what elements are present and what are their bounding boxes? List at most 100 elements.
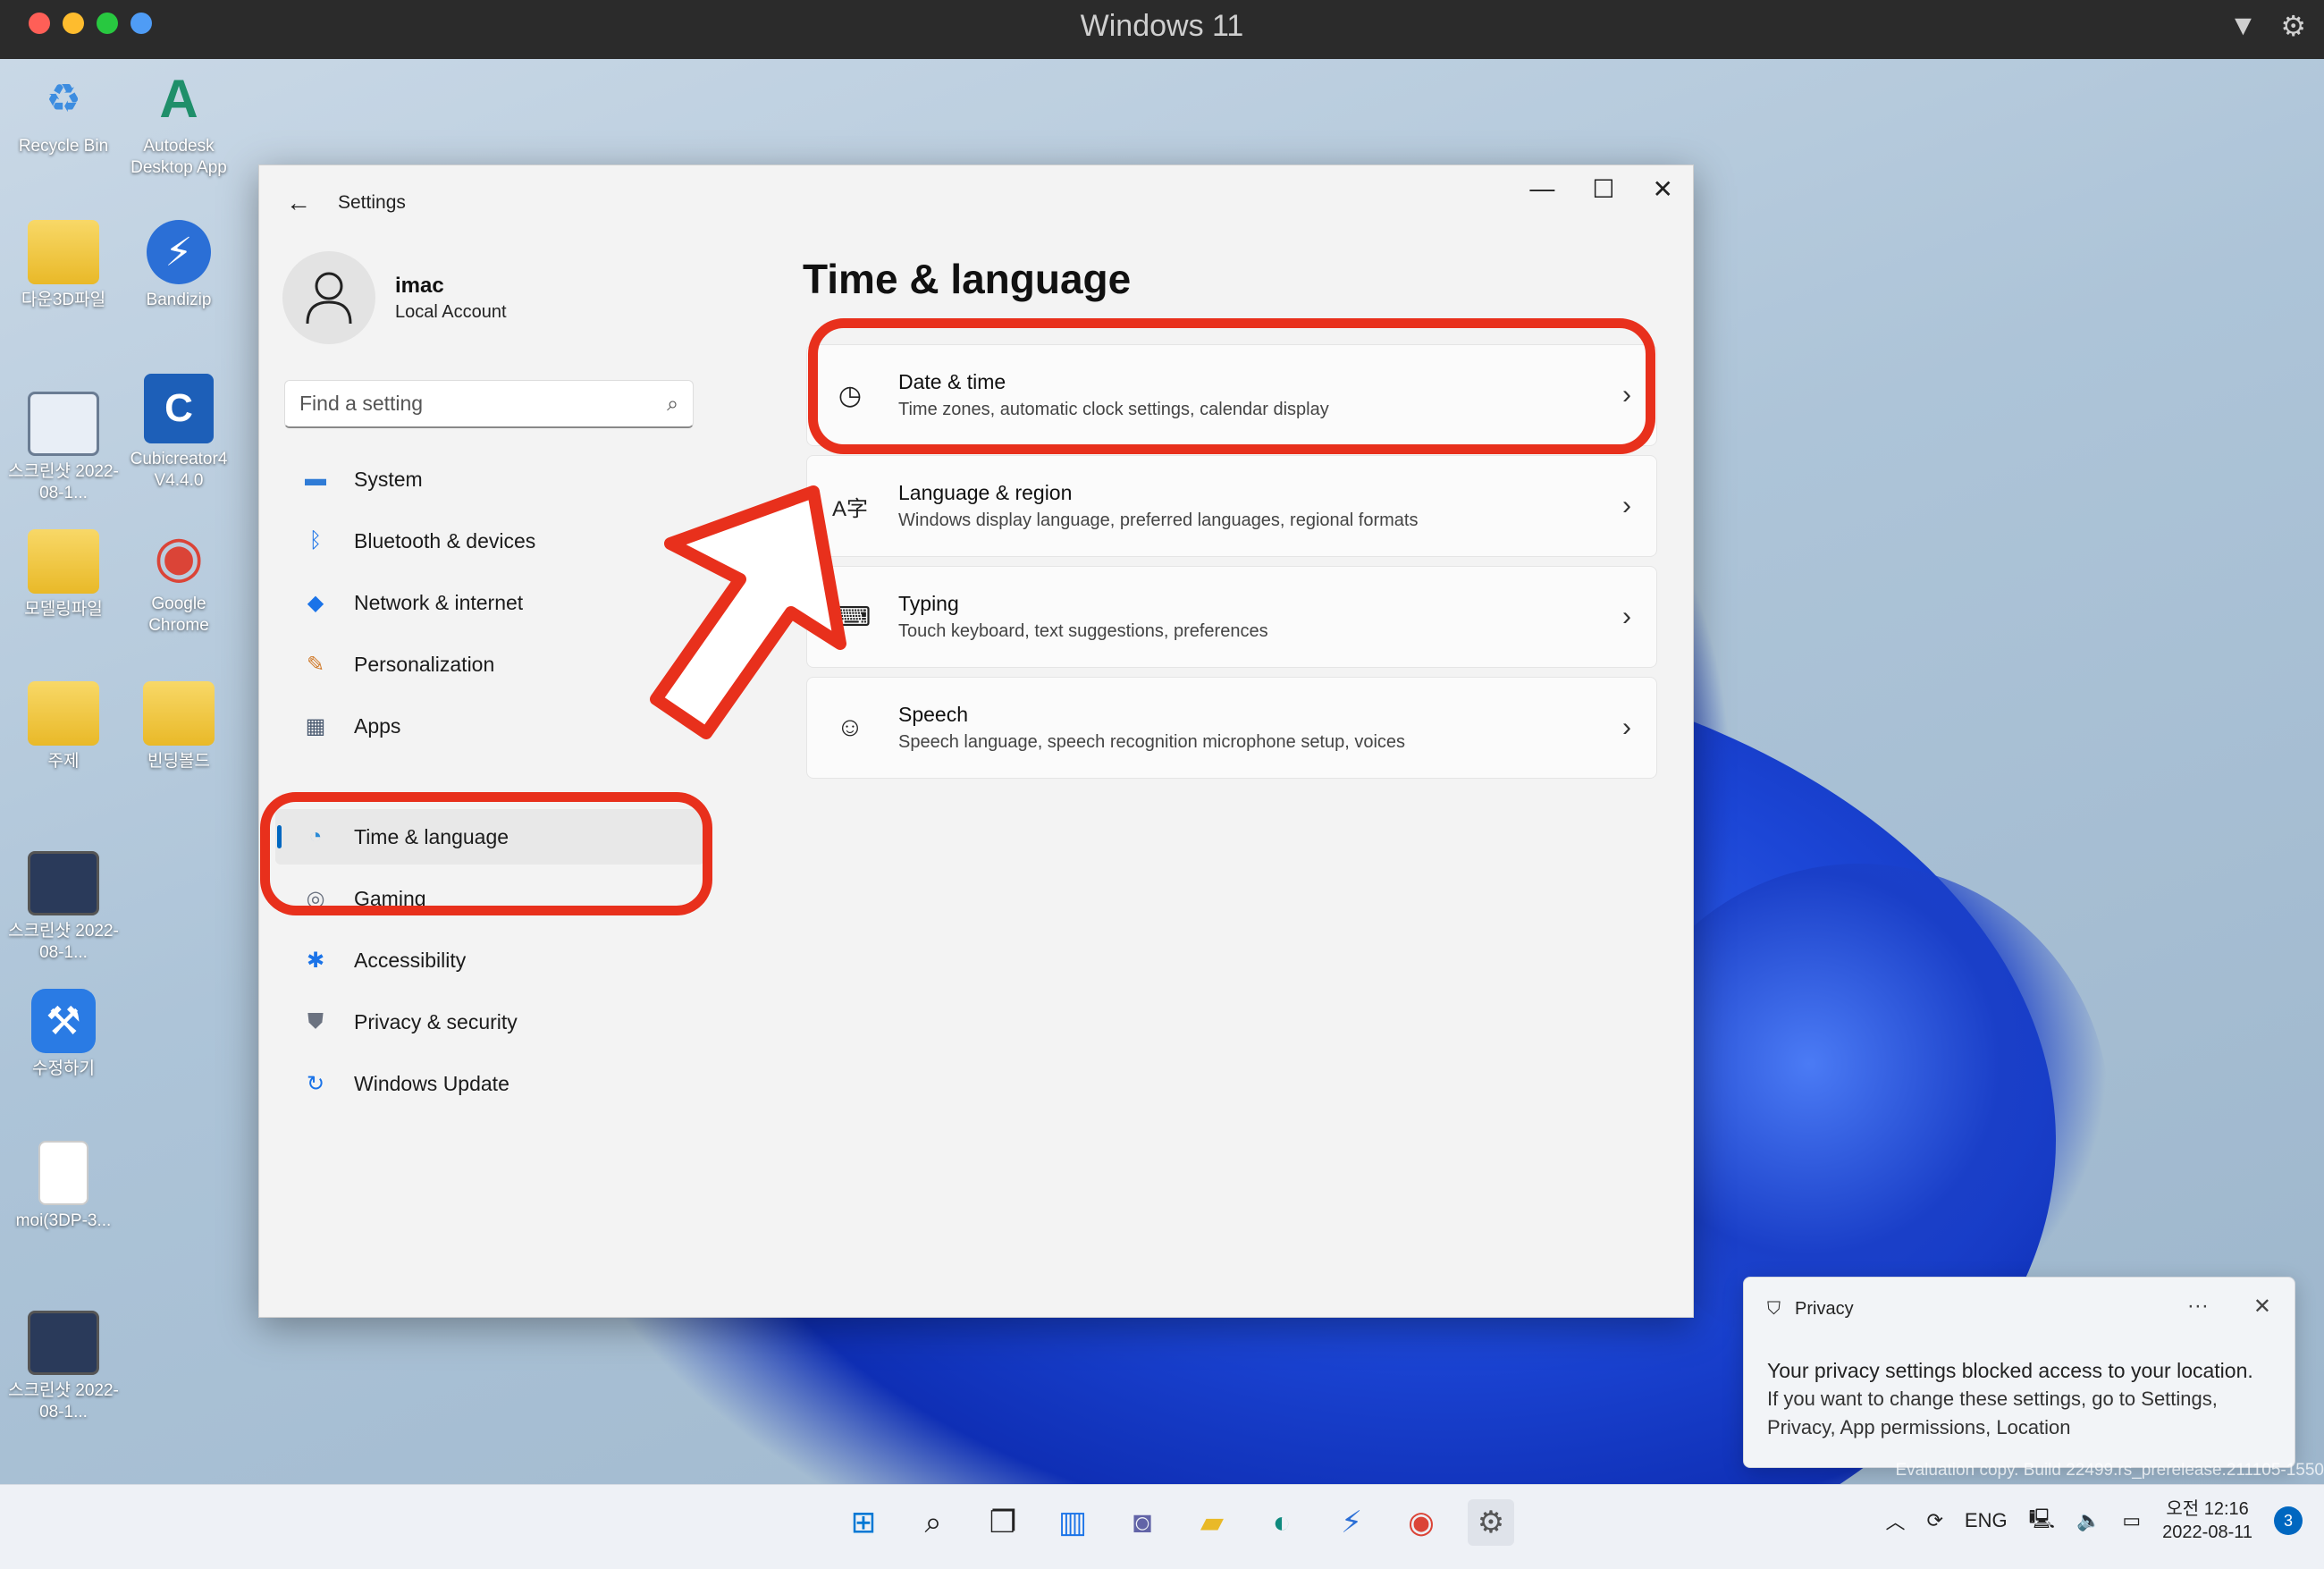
notification-message: Your privacy settings blocked access to … (1767, 1359, 2253, 1382)
sidebar-item-network[interactable]: ◆ Network & internet (275, 575, 704, 630)
network-icon[interactable]: 🖳 (2029, 1504, 2055, 1538)
account-type: Local Account (395, 301, 507, 322)
desktop-icon-bandizip[interactable]: ⚡ Bandizip (121, 220, 237, 311)
more-options-icon[interactable]: ··· (2187, 1294, 2209, 1320)
folder-icon (28, 681, 99, 746)
shield-icon: ⛊ (307, 1009, 324, 1033)
chrome-icon: ◉ (154, 523, 204, 588)
xcode-icon: ⚒ (31, 989, 96, 1053)
desktop-icon-folder[interactable]: 빈딩볼드 (121, 681, 237, 772)
dropdown-triangle-icon[interactable]: ▼ (2229, 9, 2258, 43)
account-name: imac (395, 273, 444, 298)
maximize-icon[interactable]: ☐ (1592, 174, 1614, 204)
volume-icon[interactable]: 🔈 (2076, 1509, 2101, 1532)
taskbar: ⊞ ⌕ ❐ ▥ ◙ ▰ ◐ ⚡ ◉ ⚙ ︿ ⟳ ENG 🖳 🔈 ▭ 오전 12:… (0, 1484, 2324, 1569)
desktop-icon-chrome[interactable]: ◉ Google Chrome (121, 524, 237, 637)
input-language[interactable]: ENG (1965, 1509, 2008, 1532)
apps-icon: ▦ (305, 713, 326, 738)
sidebar-item-privacy[interactable]: ⛊ Privacy & security (275, 994, 704, 1050)
screenshot-thumbnail-icon (28, 851, 99, 915)
card-language-region[interactable]: A字 Language & region Windows display lan… (806, 455, 1657, 557)
task-view-icon[interactable]: ❐ (980, 1499, 1026, 1546)
sidebar-item-time-language[interactable]: ◔ Time & language (275, 809, 704, 865)
keyboard-icon: ⌨ (832, 602, 872, 632)
globe-clock-icon: ◔ (308, 824, 323, 848)
chevron-right-icon: › (1622, 491, 1631, 520)
desktop-icon-screenshot[interactable]: 스크린샷 2022-08-1... (5, 1311, 122, 1423)
card-typing[interactable]: ⌨ Typing Touch keyboard, text suggestion… (806, 566, 1657, 668)
desktop-icon-file[interactable]: moi(3DP-3... (5, 1141, 122, 1232)
sidebar-item-apps[interactable]: ▦ Apps (275, 698, 704, 754)
avatar (282, 251, 375, 344)
sync-icon[interactable]: ⟳ (1926, 1509, 1942, 1532)
desktop-icon-recycle-bin[interactable]: ♻ Recycle Bin (5, 66, 122, 157)
file-icon (38, 1141, 88, 1205)
edge-icon[interactable]: ◐ (1259, 1499, 1305, 1546)
minimize-icon[interactable]: — (1529, 174, 1554, 204)
chrome-taskbar-icon[interactable]: ◉ (1398, 1499, 1444, 1546)
shield-icon: ⛉ (1767, 1299, 1781, 1319)
clock[interactable]: 오전 12:16 2022-08-11 (2162, 1497, 2252, 1544)
sidebar-item-personalization[interactable]: ✎ Personalization (275, 637, 704, 692)
sidebar-nav: ▬ System ᛒ Bluetooth & devices ◆ Network… (275, 451, 704, 1118)
back-arrow-icon[interactable]: ← (286, 189, 311, 217)
search-placeholder: Find a setting (299, 392, 424, 415)
sidebar-item-gaming[interactable]: ◎ Gaming (275, 871, 704, 926)
brush-icon: ✎ (306, 652, 325, 677)
taskbar-apps: ⊞ ⌕ ❐ ▥ ◙ ▰ ◐ ⚡ ◉ ⚙ (840, 1499, 1514, 1546)
screenshot-thumbnail-icon (28, 1311, 99, 1375)
notification-title: Privacy (1795, 1299, 1854, 1319)
notification-count-badge[interactable]: 3 (2274, 1506, 2303, 1535)
search-icon[interactable]: ⌕ (910, 1499, 956, 1546)
privacy-notification[interactable]: ⛉ Privacy ··· ✕ Your privacy settings bl… (1743, 1277, 2295, 1468)
search-icon: ⌕ (667, 392, 678, 415)
settings-window: ← Settings — ☐ ✕ imac Local Account Find… (258, 164, 1694, 1318)
evaluation-watermark: Evaluation copy. Build 22499.rs_prerelea… (1895, 1461, 2324, 1480)
recycle-bin-icon: ♻ (46, 76, 81, 121)
user-icon (306, 272, 352, 325)
screenshot-thumbnail-icon (28, 392, 99, 456)
account-card[interactable]: imac Local Account (282, 251, 507, 344)
bandizip-taskbar-icon[interactable]: ⚡ (1328, 1499, 1375, 1546)
close-icon[interactable]: ✕ (1653, 174, 1673, 204)
start-icon[interactable]: ⊞ (840, 1499, 887, 1546)
chevron-right-icon: › (1622, 602, 1631, 631)
chevron-up-icon[interactable]: ︿ (1885, 1506, 1905, 1535)
teams-chat-icon[interactable]: ◙ (1119, 1499, 1166, 1546)
sidebar-item-windows-update[interactable]: ↻ Windows Update (275, 1056, 704, 1111)
desktop-icon-folder[interactable]: 주제 (5, 681, 122, 772)
sidebar-item-bluetooth[interactable]: ᛒ Bluetooth & devices (275, 513, 704, 569)
desktop-icon-xcode[interactable]: ⚒ 수정하기 (5, 989, 122, 1080)
close-icon[interactable]: ✕ (2253, 1294, 2271, 1320)
desktop-icon-cubicreator[interactable]: C Cubicreator4 V4.4.0 (121, 374, 237, 492)
bluetooth-icon: ᛒ (308, 528, 323, 553)
gear-icon[interactable]: ⚙ (2280, 9, 2306, 43)
card-speech[interactable]: ☺ Speech Speech language, speech recogni… (806, 677, 1657, 779)
system-tray: ︿ ⟳ ENG 🖳 🔈 ▭ 오전 12:16 2022-08-11 3 (1885, 1497, 2303, 1544)
speech-icon: ☺ (836, 713, 864, 742)
card-date-time[interactable]: ◷ Date & time Time zones, automatic cloc… (806, 344, 1657, 446)
sidebar-item-obscured (275, 760, 704, 767)
widgets-icon[interactable]: ▥ (1049, 1499, 1096, 1546)
desktop-icon-folder[interactable]: 다운3D파일 (5, 220, 122, 311)
desktop-icon-screenshot[interactable]: 스크린샷 2022-08-1... (5, 851, 122, 964)
settings-taskbar-icon[interactable]: ⚙ (1468, 1499, 1514, 1546)
host-title-bar: Windows 11 ▼ ⚙ (0, 0, 2324, 59)
battery-icon[interactable]: ▭ (2122, 1509, 2141, 1532)
host-window-title: Windows 11 (1080, 9, 1244, 43)
desktop-icon-autodesk[interactable]: A Autodesk Desktop App (121, 66, 237, 179)
chevron-right-icon: › (1622, 713, 1631, 742)
search-input[interactable]: Find a setting ⌕ (284, 380, 694, 428)
window-title: Settings (338, 192, 406, 213)
sidebar-item-system[interactable]: ▬ System (275, 451, 704, 507)
notification-detail: If you want to change these settings, go… (1767, 1388, 2218, 1438)
desktop-icon-folder[interactable]: 모델링파일 (5, 529, 122, 620)
desktop-icon-screenshot[interactable]: 스크린샷 2022-08-1... (5, 392, 122, 504)
folder-icon (143, 681, 215, 746)
settings-cards: ◷ Date & time Time zones, automatic cloc… (806, 344, 1657, 788)
file-explorer-icon[interactable]: ▰ (1189, 1499, 1235, 1546)
calendar-clock-icon: ◷ (838, 380, 863, 410)
accessibility-icon: ✱ (306, 948, 325, 973)
sidebar-item-accessibility[interactable]: ✱ Accessibility (275, 932, 704, 988)
folder-icon (28, 220, 99, 284)
